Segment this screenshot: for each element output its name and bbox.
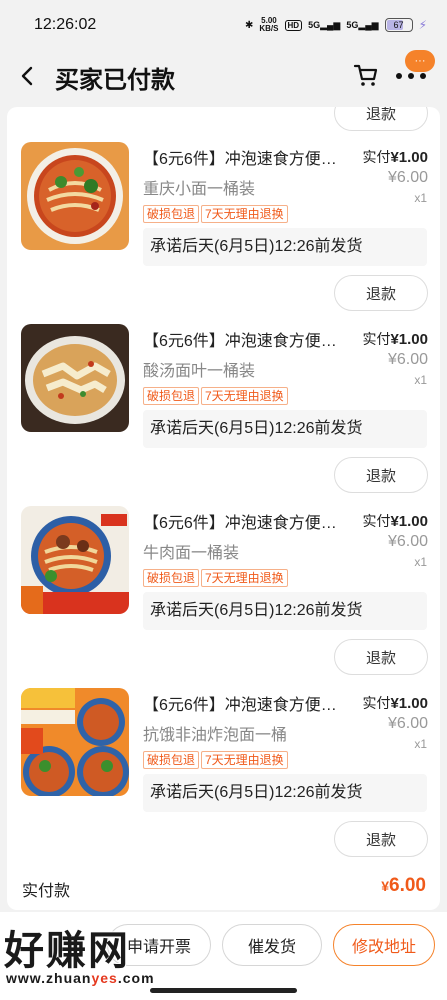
- seven-day-return-tag: 7天无理由退换: [201, 387, 288, 405]
- shipping-promise: 承诺后天(6月5日)12:26前发货: [143, 774, 427, 812]
- message-badge: ···: [405, 50, 435, 72]
- status-icons: ✱ 5.00 KB/S HD 5G▂▄▆ 5G▂▄▆ 67 ⚡: [245, 17, 427, 33]
- paid-price: 实付¥1.00: [362, 329, 428, 349]
- sour-soup-noodle-thumbnail[interactable]: [21, 324, 129, 432]
- paid-label: 实付: [362, 513, 391, 529]
- order-item[interactable]: 【6元6件】冲泡速食方便… 牛肉面一桶装 破损包退 7天无理由退换 实付¥1.0…: [7, 471, 440, 675]
- page-title: 买家已付款: [55, 67, 175, 94]
- paid-label: 实付: [362, 331, 391, 347]
- urge-shipping-button[interactable]: 催发货: [222, 924, 322, 966]
- beef-noodle-thumbnail[interactable]: [21, 506, 129, 614]
- original-price: ¥6.00: [387, 169, 428, 186]
- shipping-promise: 承诺后天(6月5日)12:26前发货: [143, 228, 427, 266]
- bluetooth-icon: ✱: [244, 19, 254, 31]
- original-price: ¥6.00: [387, 533, 428, 550]
- quantity: x1: [414, 737, 427, 751]
- seven-day-return-tag: 7天无理由退换: [201, 569, 288, 587]
- signal-icon: 5G▂▄▆: [308, 19, 341, 30]
- order-item[interactable]: 【6元6件】冲泡速食方便… 重庆小面一桶装 破损包退 7天无理由退换 实付¥1.…: [7, 107, 440, 311]
- item-title[interactable]: 【6元6件】冲泡速食方便…: [143, 327, 353, 351]
- total-label: 实付款: [22, 883, 71, 900]
- total-value: ¥6.00: [381, 875, 426, 897]
- signal-label-2: 5G: [346, 19, 359, 30]
- paid-value: ¥1.00: [390, 695, 428, 712]
- shipping-promise: 承诺后天(6月5日)12:26前发货: [143, 410, 427, 448]
- item-subtitle: 重庆小面一桶装: [143, 181, 256, 198]
- change-address-button[interactable]: 修改地址: [333, 924, 435, 966]
- damage-refund-tag: 破损包退: [143, 205, 200, 223]
- order-item[interactable]: 【6元6件】冲泡速食方便… 酸汤面叶一桶装 破损包退 7天无理由退换 实付¥1.…: [7, 289, 440, 493]
- refund-button[interactable]: 退款: [334, 821, 428, 857]
- header: 买家已付款 ···: [0, 50, 447, 106]
- signal-icon-2: 5G▂▄▆: [346, 19, 379, 30]
- chongqing-noodle-thumbnail[interactable]: [21, 142, 129, 250]
- total-amount: 6.00: [389, 875, 426, 896]
- paid-label: 实付: [362, 149, 391, 165]
- back-icon[interactable]: [16, 64, 40, 88]
- charging-icon: ⚡: [418, 18, 427, 32]
- paid-value: ¥1.00: [390, 331, 428, 348]
- battery-level: 67: [393, 20, 404, 30]
- quantity: x1: [414, 191, 427, 205]
- quantity: x1: [414, 373, 427, 387]
- item-title[interactable]: 【6元6件】冲泡速食方便…: [143, 509, 353, 533]
- apply-invoice-button[interactable]: 申请开票: [107, 924, 211, 966]
- status-time: 12:26:02: [34, 16, 97, 33]
- net-speed: 5.00 KB/S: [259, 17, 278, 33]
- hd-icon: HD: [284, 19, 303, 31]
- status-bar: 12:26:02 ✱ 5.00 KB/S HD 5G▂▄▆ 5G▂▄▆ 67 ⚡: [0, 0, 447, 50]
- item-subtitle: 牛肉面一桶装: [143, 545, 240, 562]
- bottom-action-bar: 申请开票 催发货 修改地址: [0, 912, 447, 1000]
- signal-label-1: 5G: [308, 19, 321, 30]
- damage-refund-tag: 破损包退: [143, 387, 200, 405]
- total-currency: ¥: [381, 878, 390, 894]
- item-title[interactable]: 【6元6件】冲泡速食方便…: [143, 691, 353, 715]
- order-card: 退款 【6元6件】冲泡速食方便… 重庆小面一桶装 破损包退 7天无理由退换 实付…: [7, 107, 440, 910]
- order-item[interactable]: 【6元6件】冲泡速食方便… 抗饿非油炸泡面一桶 破损包退 7天无理由退换 实付¥…: [7, 653, 440, 857]
- seven-day-return-tag: 7天无理由退换: [201, 205, 288, 223]
- original-price: ¥6.00: [387, 351, 428, 368]
- total-row: 实付款 ¥6.00: [7, 859, 440, 909]
- damage-refund-tag: 破损包退: [143, 569, 200, 587]
- net-speed-unit: KB/S: [259, 24, 279, 33]
- paid-label: 实付: [362, 695, 391, 711]
- battery-icon: 67: [384, 18, 413, 32]
- damage-refund-tag: 破损包退: [143, 751, 200, 769]
- paid-value: ¥1.00: [390, 513, 428, 530]
- home-indicator[interactable]: [150, 988, 297, 993]
- shipping-promise: 承诺后天(6月5日)12:26前发货: [143, 592, 427, 630]
- seven-day-return-tag: 7天无理由退换: [201, 751, 288, 769]
- item-subtitle: 酸汤面叶一桶装: [143, 363, 256, 380]
- paid-price: 实付¥1.00: [362, 693, 428, 713]
- non-fried-noodle-thumbnail[interactable]: [21, 688, 129, 796]
- item-subtitle: 抗饿非油炸泡面一桶: [143, 727, 288, 744]
- quantity: x1: [414, 555, 427, 569]
- paid-price: 实付¥1.00: [362, 511, 428, 531]
- paid-price: 实付¥1.00: [362, 147, 428, 167]
- paid-value: ¥1.00: [390, 149, 428, 166]
- original-price: ¥6.00: [387, 715, 428, 732]
- cart-icon[interactable]: [352, 61, 380, 89]
- item-title[interactable]: 【6元6件】冲泡速食方便…: [143, 145, 353, 169]
